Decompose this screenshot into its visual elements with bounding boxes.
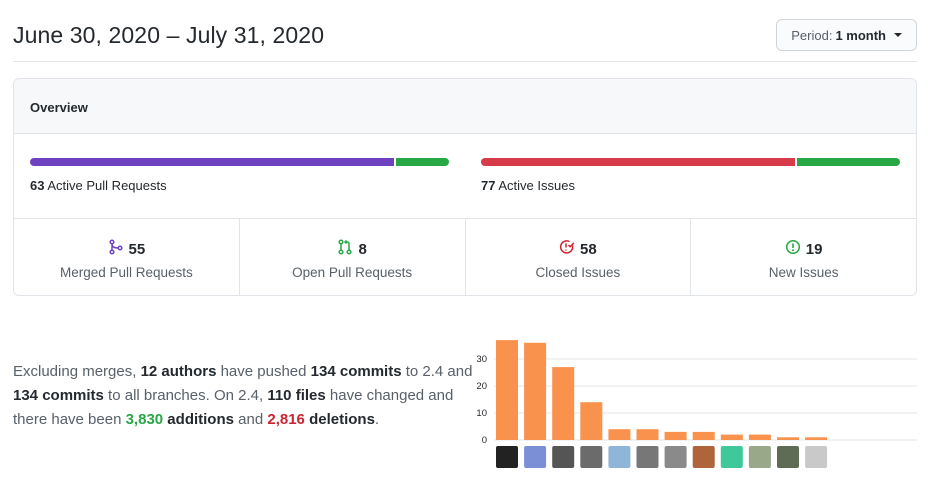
contributor-avatar[interactable] <box>805 446 828 468</box>
open-prs-value: 8 <box>358 240 367 258</box>
contributor-avatar[interactable] <box>636 446 659 468</box>
contributor-avatar[interactable] <box>524 446 547 468</box>
date-range-title: June 30, 2020 – July 31, 2020 <box>13 22 325 48</box>
contributor-avatar[interactable] <box>692 446 715 468</box>
merged-prs-value: 55 <box>128 240 146 258</box>
contributor-avatar[interactable] <box>720 446 743 468</box>
summary-text: to 2.4 and <box>401 363 473 380</box>
contributor-bar <box>636 429 659 440</box>
closed-segment <box>481 158 795 166</box>
overview-panel: Overview 63 Active Pull Requests 77 Acti… <box>13 78 917 296</box>
additions-count: 3,830 <box>125 411 164 428</box>
files-changed-count: 110 files <box>267 387 326 404</box>
authors-count[interactable]: 12 authors <box>141 363 217 380</box>
contributor-bar <box>720 434 743 440</box>
new-issues-value: 19 <box>805 240 823 258</box>
stat-merged-prs[interactable]: 55 Merged Pull Requests <box>14 219 240 295</box>
contributor-avatar[interactable] <box>580 446 603 468</box>
contributor-avatar[interactable] <box>552 446 575 468</box>
contributor-bar <box>608 429 631 440</box>
issues-summary[interactable]: 77 Active Issues <box>481 158 900 193</box>
contributor-bar <box>552 367 575 440</box>
overview-title: Overview <box>14 79 916 134</box>
contributor-avatar[interactable] <box>496 446 518 468</box>
contributors-bar-chart: 0 10 20 30 <box>477 340 917 468</box>
issue-opened-icon <box>785 239 801 259</box>
caret-down-icon <box>894 33 902 37</box>
active-issues-count: 77 <box>481 178 496 193</box>
active-issues-label: Active Issues <box>498 178 575 193</box>
contributor-bar <box>777 437 799 440</box>
issues-progress-bar <box>481 158 900 166</box>
stat-closed-issues[interactable]: 58 Closed Issues <box>466 219 692 295</box>
git-pull-request-icon <box>337 239 353 259</box>
period-prefix: Period: <box>791 27 833 43</box>
overview-stats: 55 Merged Pull Requests 8 Open Pull Requ… <box>14 219 916 295</box>
new-issues-label: New Issues <box>768 265 839 280</box>
merged-prs-label: Merged Pull Requests <box>59 265 193 280</box>
pull-requests-progress-bar <box>30 158 449 166</box>
y-tick-label: 30 <box>477 354 487 365</box>
y-tick-label: 10 <box>477 408 487 419</box>
period-dropdown-button[interactable]: Period: 1 month <box>776 19 917 51</box>
open-segment <box>396 158 449 166</box>
summary-text: have pushed <box>216 363 311 380</box>
active-pr-count: 63 <box>30 178 45 193</box>
overview-bars: 63 Active Pull Requests 77 Active Issues <box>14 134 916 219</box>
contributor-avatar[interactable] <box>777 446 799 468</box>
contributor-bar <box>496 340 518 440</box>
summary-text: . <box>374 411 380 428</box>
contributor-avatar[interactable] <box>748 446 771 468</box>
y-tick-label: 0 <box>482 435 487 446</box>
contributor-avatar[interactable] <box>664 446 687 468</box>
contributions-summary: Excluding merges, 12 authors have pushed… <box>13 360 473 432</box>
all-commits-count: 134 commits <box>13 387 104 404</box>
closed-issues-label: Closed Issues <box>535 265 621 280</box>
stat-new-issues[interactable]: 19 New Issues <box>691 219 916 295</box>
merged-segment <box>30 158 395 166</box>
summary-text: and <box>233 411 268 428</box>
y-tick-label: 20 <box>477 381 487 392</box>
contributor-bar <box>692 431 715 440</box>
branch-commits-count: 134 commits <box>310 363 402 380</box>
open-prs-label: Open Pull Requests <box>292 265 413 280</box>
period-value: 1 month <box>835 27 886 43</box>
summary-text: Excluding merges, <box>13 363 141 380</box>
contributor-bar <box>664 431 687 440</box>
issue-closed-icon <box>559 239 575 259</box>
deletions-label: deletions <box>304 411 375 428</box>
page-header: June 30, 2020 – July 31, 2020 Period: 1 … <box>13 14 917 62</box>
contributor-avatar[interactable] <box>608 446 631 468</box>
new-segment <box>797 158 900 166</box>
summary-text: to all branches. On 2.4, <box>103 387 268 404</box>
contributor-bar <box>748 434 771 440</box>
additions-label: additions <box>163 411 234 428</box>
contributor-bar <box>580 402 603 440</box>
contributor-bar <box>524 342 547 440</box>
closed-issues-value: 58 <box>580 240 597 258</box>
contributor-bar <box>805 437 828 440</box>
git-merge-icon <box>108 239 124 259</box>
pull-requests-summary[interactable]: 63 Active Pull Requests <box>30 158 449 193</box>
stat-open-prs[interactable]: 8 Open Pull Requests <box>240 219 466 295</box>
deletions-count: 2,816 <box>267 411 305 428</box>
active-pr-label: Active Pull Requests <box>47 178 167 193</box>
